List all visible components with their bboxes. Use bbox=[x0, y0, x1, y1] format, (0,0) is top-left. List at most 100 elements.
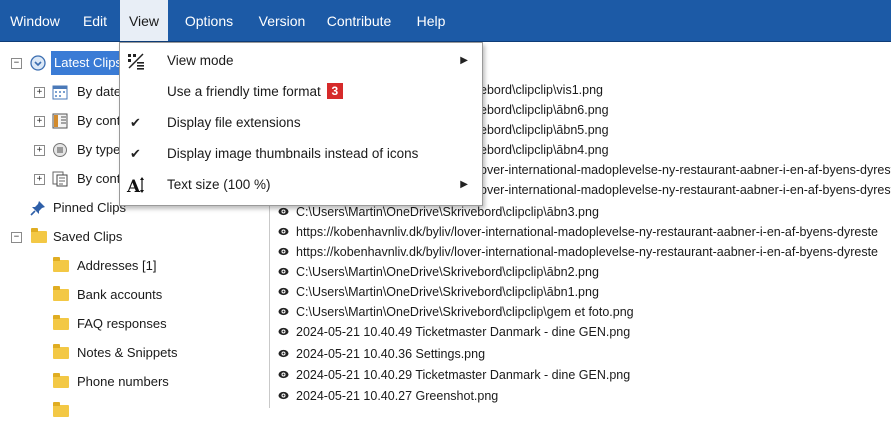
text-size-icon: A bbox=[126, 177, 144, 195]
tree-item-label: By date bbox=[77, 84, 122, 99]
menu-item-label: Text size (100 %) bbox=[167, 177, 271, 192]
check-icon: ✔ bbox=[130, 115, 141, 130]
menu-bar: Window Edit View Options Version Contrib… bbox=[0, 0, 891, 42]
tree-item-label: Addresses [1] bbox=[77, 258, 157, 273]
list-item[interactable]: ebord\clipclip\ābn4.png bbox=[480, 140, 609, 160]
clock-icon bbox=[30, 55, 46, 71]
submenu-arrow-icon: ▶ bbox=[460, 55, 468, 66]
folder-icon bbox=[53, 373, 69, 388]
eye-icon bbox=[278, 227, 289, 236]
menu-item-label: View mode bbox=[167, 53, 234, 68]
tree-item-label: Pinned Clips bbox=[53, 200, 126, 215]
list-item-text: ebord\clipclip\ābn5.png bbox=[480, 123, 609, 137]
list-item[interactable]: over-international-madoplevelse-ny-resta… bbox=[480, 180, 891, 200]
tree-item-label: FAQ responses bbox=[77, 316, 167, 331]
list-item[interactable]: https://kobenhavnliv.dk/byliv/lover-inte… bbox=[270, 242, 891, 262]
folder-icon bbox=[53, 402, 69, 417]
menu-version[interactable]: Version bbox=[250, 0, 314, 42]
list-item[interactable]: over-international-madoplevelse-ny-resta… bbox=[480, 160, 891, 180]
eye-icon bbox=[278, 307, 289, 316]
tree-item-label: By cont bbox=[77, 113, 121, 128]
list-item-text: C:\Users\Martin\OneDrive\Skrivebord\clip… bbox=[296, 285, 599, 299]
list-item[interactable]: 2024-05-21 10.40.49 Ticketmaster Danmark… bbox=[270, 322, 891, 342]
eye-icon bbox=[278, 247, 289, 256]
tree-folder[interactable]: Bank accounts bbox=[0, 283, 269, 307]
list-item[interactable]: 2024-05-21 10.40.36 Settings.png bbox=[270, 344, 891, 364]
list-item[interactable]: 2024-05-21 10.40.29 Ticketmaster Danmark… bbox=[270, 365, 891, 385]
list-item[interactable]: ebord\clipclip\ābn5.png bbox=[480, 120, 609, 140]
collapse-icon[interactable]: − bbox=[11, 232, 22, 243]
list-item[interactable]: C:\Users\Martin\OneDrive\Skrivebord\clip… bbox=[270, 302, 891, 322]
tree-item-label: By type bbox=[77, 142, 121, 157]
eye-icon bbox=[278, 349, 289, 358]
eye-icon bbox=[278, 370, 289, 379]
menu-help[interactable]: Help bbox=[402, 0, 460, 42]
menu-edit[interactable]: Edit bbox=[70, 0, 120, 42]
expand-icon[interactable]: + bbox=[34, 87, 45, 98]
pin-icon bbox=[30, 201, 45, 216]
list-item-text: C:\Users\Martin\OneDrive\Skrivebord\clip… bbox=[296, 265, 599, 279]
list-item-text: C:\Users\Martin\OneDrive\Skrivebord\clip… bbox=[296, 305, 634, 319]
menu-item-view-mode[interactable]: View mode ▶ bbox=[120, 45, 482, 76]
tree-item-label: Saved Clips bbox=[53, 229, 123, 244]
check-icon: ✔ bbox=[130, 146, 141, 161]
expand-icon[interactable]: + bbox=[34, 174, 45, 185]
tree-folder-partial[interactable] bbox=[0, 399, 269, 423]
tree-item-label: Bank accounts bbox=[77, 287, 163, 302]
menu-view[interactable]: View bbox=[120, 0, 168, 42]
list-item[interactable]: 2024-05-21 10.40.27 Greenshot.png bbox=[270, 386, 891, 406]
tree-folder[interactable]: Phone numbers bbox=[0, 370, 269, 394]
step-badge: 3 bbox=[326, 83, 343, 99]
tree-folder[interactable]: FAQ responses bbox=[0, 312, 269, 336]
documents-icon bbox=[52, 171, 68, 187]
collapse-icon[interactable]: − bbox=[11, 58, 22, 69]
expand-icon[interactable]: + bbox=[34, 116, 45, 127]
menu-item-friendly-time[interactable]: Use a friendly time format 3 bbox=[120, 76, 482, 107]
list-item-text: 2024-05-21 10.40.29 Ticketmaster Danmark… bbox=[296, 368, 631, 382]
list-item[interactable]: C:\Users\Martin\OneDrive\Skrivebord\clip… bbox=[270, 282, 891, 302]
list-item[interactable]: ebord\clipclip\vis1.png bbox=[480, 80, 603, 100]
friendly-time-label: Use a friendly time format bbox=[167, 84, 321, 99]
columns-icon bbox=[52, 113, 68, 129]
eye-icon bbox=[278, 327, 289, 336]
folder-icon bbox=[53, 344, 69, 359]
menu-options[interactable]: Options bbox=[168, 0, 250, 42]
list-item-text: over-international-madoplevelse-ny-resta… bbox=[480, 183, 891, 197]
menu-item-label: Use a friendly time format 3 bbox=[167, 76, 343, 107]
folder-icon bbox=[53, 315, 69, 330]
tree-item-label: Phone numbers bbox=[77, 374, 169, 389]
list-item-text: 2024-05-21 10.40.36 Settings.png bbox=[296, 347, 486, 361]
menu-item-text-size[interactable]: A Text size (100 %) ▶ bbox=[120, 169, 482, 200]
folder-icon bbox=[31, 228, 47, 243]
menu-window[interactable]: Window bbox=[0, 0, 70, 42]
tree-item-label: Notes & Snippets bbox=[77, 345, 178, 360]
type-icon bbox=[53, 143, 67, 157]
list-item-text: 2024-05-21 10.40.49 Ticketmaster Danmark… bbox=[296, 325, 631, 339]
tree-item-label: Latest Clips bbox=[51, 51, 125, 75]
svg-text:A: A bbox=[126, 177, 141, 195]
folder-icon bbox=[53, 286, 69, 301]
view-menu-dropdown: View mode ▶ Use a friendly time format 3 … bbox=[119, 42, 483, 206]
menu-contribute[interactable]: Contribute bbox=[316, 0, 402, 42]
list-item-text: 2024-05-21 10.40.27 Greenshot.png bbox=[296, 389, 499, 403]
list-item[interactable]: ebord\clipclip\ābn6.png bbox=[480, 100, 609, 120]
list-item-text: https://kobenhavnliv.dk/byliv/lover-inte… bbox=[296, 245, 878, 259]
menu-item-file-extensions[interactable]: ✔ Display file extensions bbox=[120, 107, 482, 138]
tree-folder[interactable]: Notes & Snippets bbox=[0, 341, 269, 365]
eye-icon bbox=[278, 391, 289, 400]
list-item-text: ebord\clipclip\ābn4.png bbox=[480, 143, 609, 157]
expand-icon[interactable]: + bbox=[34, 145, 45, 156]
list-item[interactable]: https://kobenhavnliv.dk/byliv/lover-inte… bbox=[270, 222, 891, 242]
menu-item-thumbnails[interactable]: ✔ Display image thumbnails instead of ic… bbox=[120, 138, 482, 169]
menu-item-label: Display file extensions bbox=[167, 115, 301, 130]
menu-item-label: Display image thumbnails instead of icon… bbox=[167, 146, 419, 161]
submenu-arrow-icon: ▶ bbox=[460, 179, 468, 190]
tree-item-saved[interactable]: − Saved Clips bbox=[0, 225, 269, 249]
list-item[interactable]: C:\Users\Martin\OneDrive\Skrivebord\clip… bbox=[270, 262, 891, 282]
tree-folder[interactable]: Addresses [1] bbox=[0, 254, 269, 278]
eye-icon bbox=[278, 267, 289, 276]
eye-icon bbox=[278, 287, 289, 296]
view-mode-icon bbox=[128, 53, 144, 70]
list-item-text: https://kobenhavnliv.dk/byliv/lover-inte… bbox=[296, 225, 878, 239]
tree-item-label: By cont bbox=[77, 171, 121, 186]
